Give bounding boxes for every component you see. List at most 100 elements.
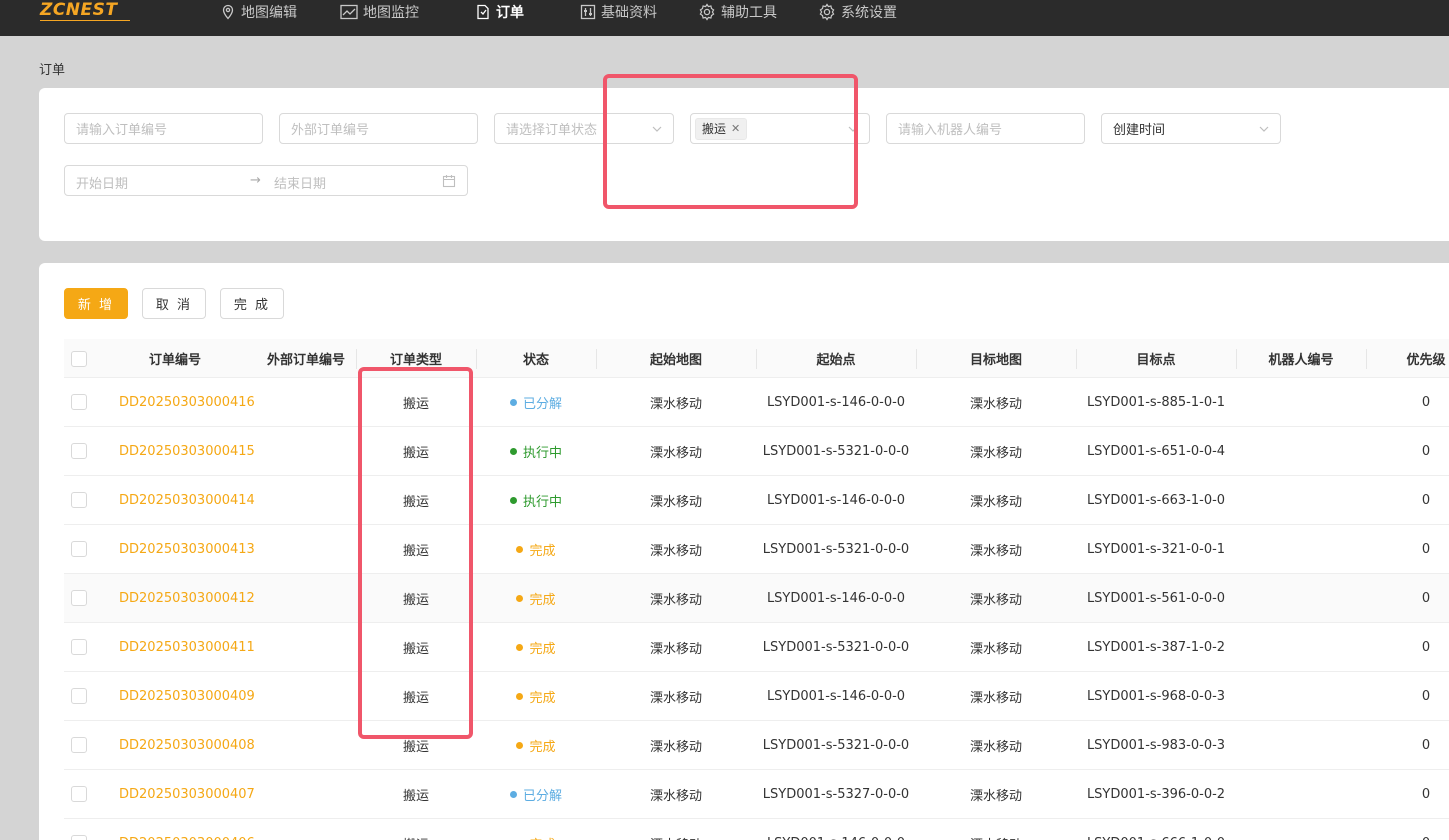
order-no-cell: DD20250303000407 xyxy=(94,770,256,818)
start-map-cell: 溧水移动 xyxy=(649,690,702,706)
start-point-cell: LSYD001-s-5327-0-0-0 xyxy=(762,786,910,802)
target-map-cell: 溧水移动 xyxy=(969,788,1022,804)
priority-cell: 0 xyxy=(1421,541,1431,557)
order-no-link[interactable]: DD20250303000414 xyxy=(119,493,255,508)
order-status-select[interactable]: 请选择订单状态 xyxy=(494,113,674,144)
table-row[interactable]: DD20250303000409 搬运 完成 溧水移动 LSYD001-s-146-0-… xyxy=(64,672,1449,721)
row-checkbox[interactable] xyxy=(71,639,87,655)
order-type-cell: 搬运 xyxy=(356,819,476,840)
col-priority[interactable]: 优先级 xyxy=(1366,339,1449,378)
table-row[interactable]: DD20250303000406 搬运完成 溧水移动LSYD001-s-146-0-… xyxy=(64,819,1449,840)
order-no-link[interactable]: DD20250303000406 xyxy=(119,836,255,840)
target-point-cell: LSYD001-s-651-0-0-4 xyxy=(1086,443,1226,459)
target-map-cell: 溧水移动 xyxy=(969,445,1022,461)
order-no-link[interactable]: DD20250303000408 xyxy=(119,738,255,753)
brand-logo: ZCNEST xyxy=(40,0,118,20)
status-text: 完成 xyxy=(529,834,555,840)
order-type-cell: 搬运 xyxy=(402,739,429,755)
table-row[interactable]: DD20250303000407 搬运 已分解 溧水移动 LSYD001-s-5327-… xyxy=(64,770,1449,819)
order-no-link[interactable]: DD20250303000413 xyxy=(119,542,255,557)
nav-label: 辅助工具 xyxy=(721,5,777,21)
external-no-cell xyxy=(256,623,356,671)
external-no-cell xyxy=(256,574,356,622)
table-row[interactable]: DD20250303000414 搬运 执行中 溧水移动 LSYD001-s-146-0… xyxy=(64,476,1449,525)
col-target-map[interactable]: 目标地图 xyxy=(916,339,1076,378)
robot-no-cell xyxy=(1236,819,1366,840)
order-no-cell: DD20250303000411 xyxy=(94,623,256,671)
start-map-cell: 溧水移动 xyxy=(649,592,702,608)
order-no-link[interactable]: DD20250303000411 xyxy=(119,640,255,655)
col-robot-no[interactable]: 机器人编号 xyxy=(1236,339,1366,378)
order-type-cell: 搬运 xyxy=(402,396,429,412)
row-checkbox[interactable] xyxy=(71,394,87,410)
row-checkbox[interactable] xyxy=(71,492,87,508)
row-checkbox[interactable] xyxy=(71,737,87,753)
order-no-input[interactable]: 请输入订单编号 xyxy=(64,113,263,144)
close-icon[interactable]: ✕ xyxy=(731,122,740,135)
col-target-point[interactable]: 目标点 xyxy=(1076,339,1236,378)
col-order-type[interactable]: 订单类型 xyxy=(356,339,476,378)
map-pin-icon xyxy=(222,4,234,20)
col-start-map[interactable]: 起始地图 xyxy=(596,339,756,378)
row-select-cell xyxy=(64,623,94,671)
complete-button[interactable]: 完 成 xyxy=(220,288,284,319)
chevron-down-icon xyxy=(848,126,858,132)
sort-field-select[interactable]: 创建时间 xyxy=(1101,113,1281,144)
cancel-button[interactable]: 取 消 xyxy=(142,288,206,319)
row-checkbox[interactable] xyxy=(71,786,87,802)
target-map-cell: 溧水移动 xyxy=(969,396,1022,412)
start-date-input[interactable]: 开始日期 xyxy=(76,173,128,192)
table-row[interactable]: DD20250303000411 搬运 完成 溧水移动 LSYD001-s-5321-0… xyxy=(64,623,1449,672)
priority-cell: 0 xyxy=(1421,786,1431,802)
col-start-point[interactable]: 起始点 xyxy=(756,339,916,378)
target-map-cell: 溧水移动 xyxy=(969,690,1022,706)
table-row[interactable]: DD20250303000416 搬运 已分解 溧水移动 LSYD001-s-146-0… xyxy=(64,378,1449,427)
order-no-link[interactable]: DD20250303000416 xyxy=(119,395,255,410)
add-button[interactable]: 新 增 xyxy=(64,288,128,319)
robot-no-input[interactable]: 请输入机器人编号 xyxy=(886,113,1085,144)
select-all-checkbox[interactable] xyxy=(71,350,87,367)
table-row[interactable]: DD20250303000415 搬运 执行中 溧水移动 LSYD001-s-5321-… xyxy=(64,427,1449,476)
row-checkbox[interactable] xyxy=(71,688,87,704)
nav-system-settings[interactable]: 系统设置 xyxy=(818,0,897,24)
calendar-icon xyxy=(442,175,456,188)
row-checkbox[interactable] xyxy=(71,443,87,459)
range-arrow-icon: → xyxy=(250,173,261,188)
status-text: 已分解 xyxy=(522,396,562,412)
date-range-picker[interactable]: 开始日期 → 结束日期 xyxy=(64,165,468,196)
priority-cell: 0 xyxy=(1421,443,1431,459)
end-date-input[interactable]: 结束日期 xyxy=(274,173,326,192)
col-external-no[interactable]: 外部订单编号 xyxy=(256,339,356,378)
table-row[interactable]: DD20250303000408 搬运 完成 溧水移动 LSYD001-s-5321-0… xyxy=(64,721,1449,770)
row-checkbox[interactable] xyxy=(71,541,87,557)
order-type-cell: 搬运 xyxy=(402,445,429,461)
row-checkbox[interactable] xyxy=(71,835,87,840)
start-map-cell: 溧水移动 xyxy=(649,494,702,510)
nav-orders[interactable]: 订单 xyxy=(475,0,524,24)
nav-aux-tools[interactable]: 辅助工具 xyxy=(698,0,777,24)
nav-map-edit[interactable]: 地图编辑 xyxy=(220,0,297,24)
nav-label: 系统设置 xyxy=(841,5,897,21)
nav-map-monitor[interactable]: 地图监控 xyxy=(340,0,419,24)
nav-basic-data[interactable]: 基础资料 xyxy=(580,0,657,24)
order-no-link[interactable]: DD20250303000412 xyxy=(119,591,255,606)
robot-no-cell xyxy=(1236,476,1366,524)
priority-cell: 0 xyxy=(1421,590,1431,606)
status-text: 完成 xyxy=(529,592,556,608)
order-type-select[interactable]: 搬运 ✕ xyxy=(690,113,870,144)
order-no-link[interactable]: DD20250303000407 xyxy=(119,787,255,802)
row-checkbox[interactable] xyxy=(71,590,87,606)
col-order-no[interactable]: 订单编号 xyxy=(94,339,256,378)
external-order-no-input[interactable]: 外部订单编号 xyxy=(279,113,478,144)
status-text: 完成 xyxy=(529,739,556,755)
order-no-link[interactable]: DD20250303000409 xyxy=(119,689,255,704)
order-no-link[interactable]: DD20250303000415 xyxy=(119,444,255,459)
table-row[interactable]: DD20250303000412 搬运 完成 溧水移动 LSYD001-s-146-0-… xyxy=(64,574,1449,623)
start-map-cell: 溧水移动 xyxy=(649,543,702,559)
col-status[interactable]: 状态 xyxy=(476,339,596,378)
table-row[interactable]: DD20250303000413 搬运 完成 溧水移动 LSYD001-s-5321-0… xyxy=(64,525,1449,574)
status-text: 执行中 xyxy=(522,445,562,461)
external-no-cell xyxy=(256,721,356,769)
external-no-cell xyxy=(256,427,356,475)
target-map-cell: 溧水移动 xyxy=(969,739,1022,755)
